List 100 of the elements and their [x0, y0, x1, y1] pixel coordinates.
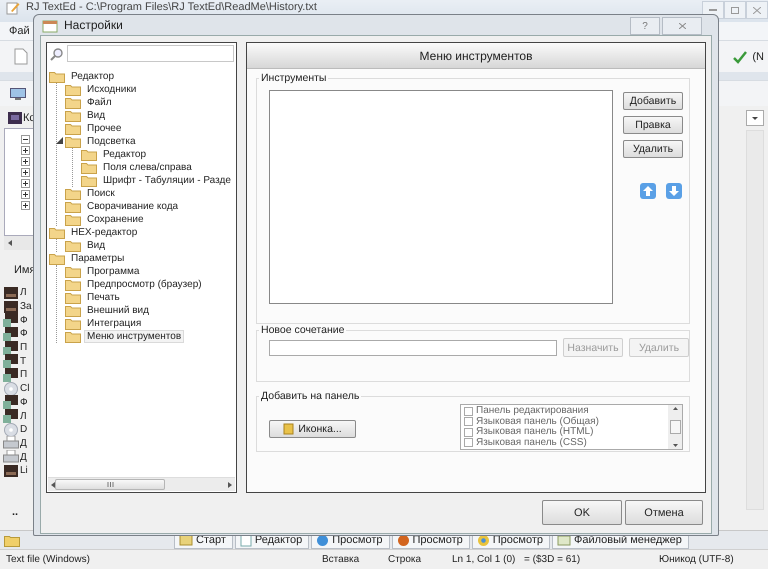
status-text: = ($3D = 61) [523, 554, 582, 565]
close-button[interactable] [662, 17, 702, 35]
group-title: Новое сочетание [260, 324, 346, 336]
scroll-left-icon[interactable] [8, 240, 12, 246]
checkbox[interactable] [464, 406, 473, 416]
file-name[interactable]: Л [20, 410, 27, 422]
checkbox-label[interactable]: Панель редактирования [476, 406, 589, 416]
tree-item[interactable]: Параметры [68, 252, 128, 265]
monitor-icon [8, 112, 22, 124]
file-name[interactable]: П [20, 369, 28, 380]
file-name[interactable]: За [20, 301, 32, 312]
expand-icon[interactable] [21, 190, 30, 199]
file-name[interactable]: D [20, 424, 28, 436]
document-icon [3, 395, 19, 410]
close-button[interactable] [746, 1, 768, 19]
tree-item[interactable]: Исходники [84, 83, 140, 96]
tree-item[interactable]: Сохранение [84, 213, 147, 226]
file-name[interactable]: Д [20, 438, 27, 449]
application-icon [3, 464, 19, 478]
group-title: Добавить на панель [260, 390, 360, 402]
grip-icon [106, 482, 114, 487]
action-button[interactable]: Правка [623, 116, 683, 134]
move-up-button[interactable] [639, 182, 657, 200]
checkbox[interactable] [464, 417, 473, 426]
tree-item[interactable]: Интеграция [84, 317, 144, 330]
application-icon [3, 300, 19, 314]
action-button[interactable]: Добавить [623, 92, 683, 110]
toolbar-label[interactable]: (N [752, 50, 764, 62]
expand-icon[interactable] [21, 146, 30, 155]
tree-item[interactable]: Вид [84, 239, 108, 252]
help-button[interactable]: ? [630, 17, 660, 35]
ok-button[interactable]: OK [542, 500, 622, 525]
expand-icon[interactable] [21, 168, 30, 177]
tree-item[interactable]: Меню инструментов [84, 330, 184, 343]
expand-icon[interactable] [21, 179, 30, 188]
collapse-icon[interactable] [21, 135, 30, 144]
checkbox-label[interactable]: Языковая панель (CSS) [476, 438, 587, 448]
document-icon [3, 409, 19, 424]
file-name[interactable]: Ф [20, 328, 28, 340]
file-name[interactable]: Cl [20, 383, 30, 394]
new-file-icon[interactable] [14, 48, 28, 65]
tree-item[interactable]: Файл [84, 96, 115, 109]
checkbox[interactable] [464, 428, 473, 437]
checkbox-label[interactable]: Языковая панель (HTML) [476, 427, 594, 438]
checkbox-label[interactable]: Языковая панель (Общая) [476, 416, 599, 427]
printer-icon [3, 436, 19, 450]
tree-item[interactable]: Внешний вид [84, 304, 152, 317]
close-icon [678, 23, 686, 29]
dropdown-button[interactable] [746, 110, 764, 126]
tree-item[interactable]: Поля слева/справа [100, 161, 195, 174]
group-title: Инструменты [260, 72, 328, 84]
scroll-down-icon [672, 444, 678, 447]
status-text: Юникод (UTF-8) [658, 554, 735, 565]
scrollbar[interactable] [668, 405, 682, 449]
file-name[interactable]: Ф [20, 314, 28, 326]
scroll-up-icon [672, 407, 678, 410]
arrow-up-icon [639, 182, 657, 200]
path-label: .. [12, 506, 20, 518]
tree-item[interactable]: Вид [84, 109, 108, 122]
tree-item[interactable]: Шрифт - Табуляции - Разде [100, 174, 234, 187]
tree-item[interactable]: Редактор [68, 70, 118, 83]
minimize-icon [709, 9, 717, 11]
action-button[interactable]: Удалить [623, 140, 683, 158]
spell-check-icon[interactable] [732, 50, 748, 64]
document-icon [3, 313, 19, 328]
file-name[interactable]: Ф [20, 396, 28, 408]
file-name[interactable]: Д [20, 452, 27, 463]
expand-icon[interactable] [21, 157, 30, 166]
search-field[interactable] [67, 45, 234, 62]
tree-item[interactable]: Поиск [84, 187, 118, 200]
monitor-icon[interactable] [10, 88, 26, 100]
tree-item[interactable]: Печать [84, 291, 123, 304]
maximize-button[interactable] [724, 1, 746, 19]
menu-item[interactable]: Фай [9, 25, 30, 37]
expand-icon[interactable] [21, 201, 30, 210]
tree-item[interactable]: HEX-редактор [68, 226, 140, 239]
tree-item[interactable]: Прочее [84, 122, 124, 135]
page-title: Меню инструментов [247, 43, 705, 69]
file-name[interactable]: П [20, 342, 28, 354]
arrow-down-icon [665, 182, 683, 200]
disc-icon [3, 382, 19, 396]
tree-item[interactable]: Редактор [100, 148, 150, 161]
caret-icon [752, 116, 758, 120]
scrollbar[interactable] [48, 477, 235, 491]
tree-item[interactable]: Программа [84, 265, 142, 278]
expanded-icon[interactable] [56, 137, 63, 144]
tree-item[interactable]: Подсветка [84, 135, 139, 148]
file-name[interactable]: Л [20, 287, 27, 298]
file-name[interactable]: Т [20, 356, 26, 367]
tree-item[interactable]: Предпросмотр (браузер) [84, 278, 205, 291]
move-down-button[interactable] [665, 182, 683, 200]
scroll-right-icon [228, 482, 232, 488]
checkbox[interactable] [464, 438, 473, 448]
application-icon [3, 286, 19, 300]
tree-item[interactable]: Сворачивание кода [84, 200, 182, 213]
close-icon [753, 6, 761, 14]
file-name[interactable]: Li [20, 465, 28, 476]
cancel-button[interactable]: Отмена [625, 500, 703, 525]
icon-button[interactable]: Иконка... [269, 420, 356, 438]
shortcut-field[interactable] [269, 340, 557, 356]
